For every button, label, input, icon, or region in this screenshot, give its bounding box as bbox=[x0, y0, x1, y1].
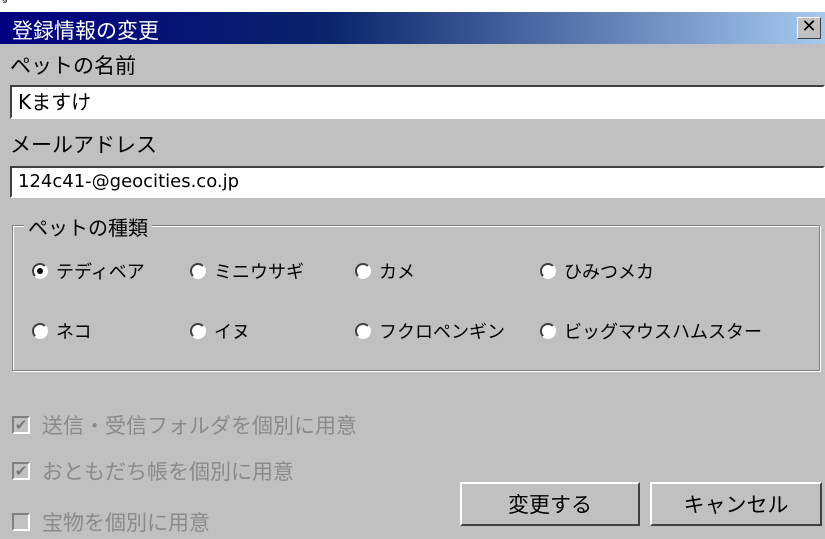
radio-turtle[interactable]: カメ bbox=[355, 258, 415, 284]
email-label: メールアドレス bbox=[10, 133, 157, 157]
window-title: 登録情報の変更 bbox=[12, 19, 159, 43]
radio-label: イヌ bbox=[214, 322, 250, 343]
radio-label: ひみつメカ bbox=[564, 262, 654, 283]
checkbox-checked-icon: ✔ bbox=[12, 462, 30, 480]
pet-type-legend: ペットの種類 bbox=[24, 212, 152, 241]
radio-button bbox=[540, 323, 556, 339]
pet-name-label: ペットの名前 bbox=[10, 54, 136, 78]
radio-cat[interactable]: ネコ bbox=[32, 318, 92, 344]
radio-bigmouth-hamster[interactable]: ビッグマウスハムスター bbox=[540, 318, 762, 344]
radio-label: テディベア bbox=[56, 262, 145, 283]
close-icon: ✕ bbox=[801, 16, 817, 37]
radio-button bbox=[355, 323, 371, 339]
change-button[interactable]: 変更する bbox=[460, 482, 640, 526]
radio-mini-rabbit[interactable]: ミニウサギ bbox=[190, 258, 304, 284]
radio-label: ネコ bbox=[56, 322, 92, 343]
radio-label: カメ bbox=[379, 262, 415, 283]
radio-secret-mecha[interactable]: ひみつメカ bbox=[540, 258, 654, 284]
window-top-fragment: ᵍ bbox=[0, 0, 825, 12]
pet-name-value: Kますけ bbox=[18, 90, 92, 114]
radio-label: ミニウサギ bbox=[214, 262, 304, 283]
change-button-label: 変更する bbox=[508, 493, 592, 517]
checkbox-checked-icon: ✔ bbox=[12, 416, 30, 434]
radio-fukuro-penguin[interactable]: フクロペンギン bbox=[355, 318, 505, 344]
radio-teddy-bear[interactable]: テディベア bbox=[32, 258, 145, 284]
title-bar[interactable]: 登録情報の変更 ✕ bbox=[0, 12, 825, 44]
radio-button bbox=[32, 323, 48, 339]
radio-dog[interactable]: イヌ bbox=[190, 318, 250, 344]
checkbox-separate-address-book[interactable]: ✔ おともだち帳を個別に用意 bbox=[12, 456, 294, 486]
checkbox-separate-treasures[interactable]: 宝物を個別に用意 bbox=[12, 507, 210, 537]
radio-button bbox=[190, 323, 206, 339]
pet-type-group bbox=[12, 225, 820, 371]
checkbox-label: 送信・受信フォルダを個別に用意 bbox=[42, 414, 357, 438]
close-button[interactable]: ✕ bbox=[797, 17, 821, 39]
fragment-text: ᵍ bbox=[2, 0, 8, 10]
radio-button bbox=[540, 263, 556, 279]
radio-label: ビッグマウスハムスター bbox=[564, 322, 762, 343]
pet-name-input[interactable]: Kますけ bbox=[10, 85, 825, 119]
cancel-button-label: キャンセル bbox=[683, 493, 789, 517]
edit-registration-dialog: 登録情報の変更 ✕ ペットの名前 Kますけ メールアドレス 124c41-@ge… bbox=[0, 12, 825, 539]
radio-button bbox=[190, 263, 206, 279]
radio-label: フクロペンギン bbox=[379, 322, 505, 343]
radio-button bbox=[355, 263, 371, 279]
checkbox-label: おともだち帳を個別に用意 bbox=[42, 460, 294, 484]
checkbox-unchecked-icon bbox=[12, 513, 30, 531]
cancel-button[interactable]: キャンセル bbox=[650, 482, 822, 526]
radio-button-selected bbox=[32, 263, 48, 279]
email-value: 124c41-@geocities.co.jp bbox=[18, 171, 240, 192]
checkbox-label: 宝物を個別に用意 bbox=[42, 511, 210, 535]
email-input[interactable]: 124c41-@geocities.co.jp bbox=[10, 166, 825, 198]
checkbox-separate-folders[interactable]: ✔ 送信・受信フォルダを個別に用意 bbox=[12, 410, 357, 440]
